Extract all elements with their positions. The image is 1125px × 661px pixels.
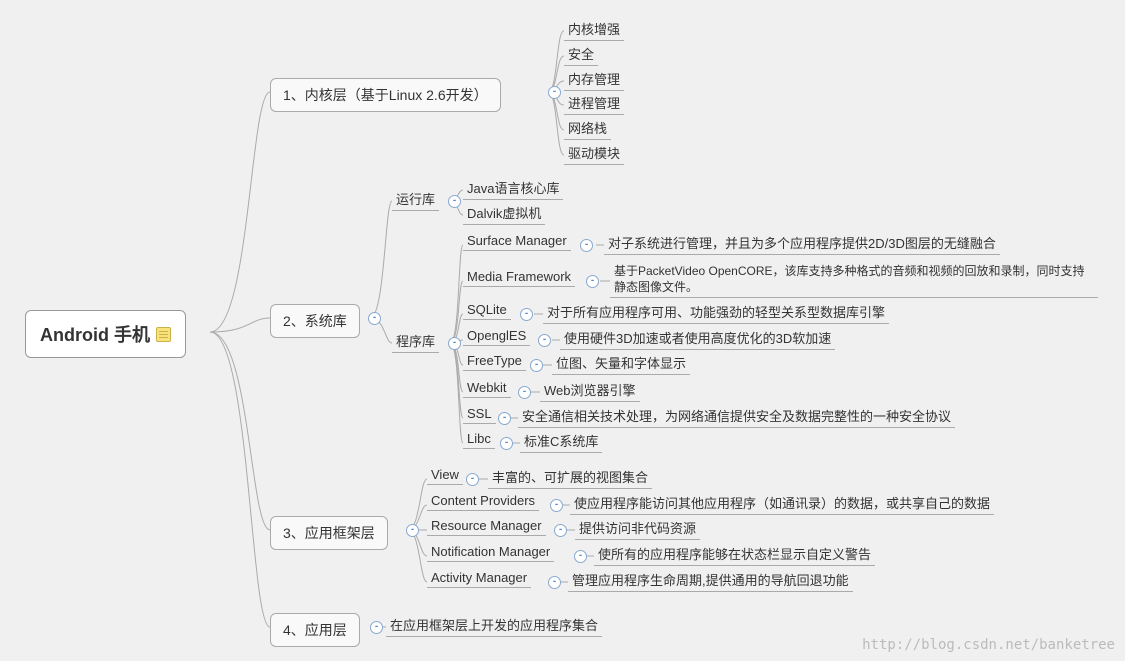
collapse-icon[interactable]: - [548,86,561,99]
leaf-sqlite[interactable]: SQLite [463,301,511,320]
desc-ssl: 安全通信相关技术处理，为网络通信提供安全及数据完整性的一种安全协议 [518,405,955,428]
root-title: Android 手机 [40,321,150,347]
leaf-memory-mgmt[interactable]: 内存管理 [564,68,624,91]
leaf-java-core[interactable]: Java语言核心库 [463,177,563,200]
leaf-driver-module[interactable]: 驱动模块 [564,142,624,165]
desc-media-framework: 基于PacketVideo OpenCORE，该库支持多种格式的音频和视频的回放… [610,263,1098,298]
desc-view: 丰富的、可扩展的视图集合 [488,466,652,489]
desc-activity-manager: 管理应用程序生命周期,提供通用的导航回退功能 [568,569,853,592]
collapse-icon[interactable]: - [448,337,461,350]
collapse-icon[interactable]: - [586,275,599,288]
collapse-icon[interactable]: - [406,524,419,537]
collapse-icon[interactable]: - [554,524,567,537]
collapse-icon[interactable]: - [548,576,561,589]
desc-surface-manager: 对子系统进行管理，并且为多个应用程序提供2D/3D图层的无缝融合 [604,232,1000,255]
leaf-activity-manager[interactable]: Activity Manager [427,569,531,588]
branch-app-framework[interactable]: 3、应用框架层 [270,516,388,550]
desc-resource-manager: 提供访问非代码资源 [575,517,700,540]
group-program-lib[interactable]: 程序库 [392,330,439,353]
collapse-icon[interactable]: - [370,621,383,634]
desc-notification-manager: 使所有的应用程序能够在状态栏显示自定义警告 [594,543,875,566]
collapse-icon[interactable]: - [368,312,381,325]
leaf-dalvik-vm[interactable]: Dalvik虚拟机 [463,202,545,225]
leaf-process-mgmt[interactable]: 进程管理 [564,92,624,115]
leaf-security[interactable]: 安全 [564,43,598,66]
collapse-icon[interactable]: - [550,499,563,512]
watermark-text: http://blog.csdn.net/banketree [862,637,1115,653]
leaf-ssl[interactable]: SSL [463,405,496,424]
leaf-opengles[interactable]: OpenglES [463,327,530,346]
leaf-freetype[interactable]: FreeType [463,352,526,371]
collapse-icon[interactable]: - [530,359,543,372]
leaf-webkit[interactable]: Webkit [463,379,511,398]
note-icon[interactable] [156,327,171,342]
desc-freetype: 位图、矢量和字体显示 [552,352,690,375]
desc-webkit: Web浏览器引擎 [540,379,640,402]
collapse-icon[interactable]: - [580,239,593,252]
desc-libc: 标准C系统库 [520,430,602,453]
collapse-icon[interactable]: - [466,473,479,486]
desc-app-layer: 在应用框架层上开发的应用程序集合 [386,614,602,637]
collapse-icon[interactable]: - [574,550,587,563]
branch-kernel[interactable]: 1、内核层（基于Linux 2.6开发） [270,78,501,112]
leaf-view[interactable]: View [427,466,463,485]
leaf-resource-manager[interactable]: Resource Manager [427,517,546,536]
collapse-icon[interactable]: - [448,195,461,208]
collapse-icon[interactable]: - [498,412,511,425]
collapse-icon[interactable]: - [520,308,533,321]
leaf-libc[interactable]: Libc [463,430,495,449]
desc-sqlite: 对于所有应用程序可用、功能强劲的轻型关系型数据库引擎 [543,301,889,324]
leaf-notification-manager[interactable]: Notification Manager [427,543,554,562]
group-runtime-lib[interactable]: 运行库 [392,188,439,211]
leaf-network-stack[interactable]: 网络栈 [564,117,611,140]
collapse-icon[interactable]: - [500,437,513,450]
leaf-surface-manager[interactable]: Surface Manager [463,232,571,251]
mindmap-canvas: Android 手机 1、内核层（基于Linux 2.6开发） - 内核增强 安… [0,0,1125,661]
desc-content-providers: 使应用程序能访问其他应用程序（如通讯录）的数据，或共享自己的数据 [570,492,994,515]
root-node[interactable]: Android 手机 [25,310,186,358]
collapse-icon[interactable]: - [518,386,531,399]
branch-app-layer[interactable]: 4、应用层 [270,613,360,647]
leaf-media-framework[interactable]: Media Framework [463,268,575,287]
desc-opengles: 使用硬件3D加速或者使用高度优化的3D软加速 [560,327,835,350]
branch-system-lib[interactable]: 2、系统库 [270,304,360,338]
leaf-kernel-enhance[interactable]: 内核增强 [564,18,624,41]
collapse-icon[interactable]: - [538,334,551,347]
leaf-content-providers[interactable]: Content Providers [427,492,539,511]
